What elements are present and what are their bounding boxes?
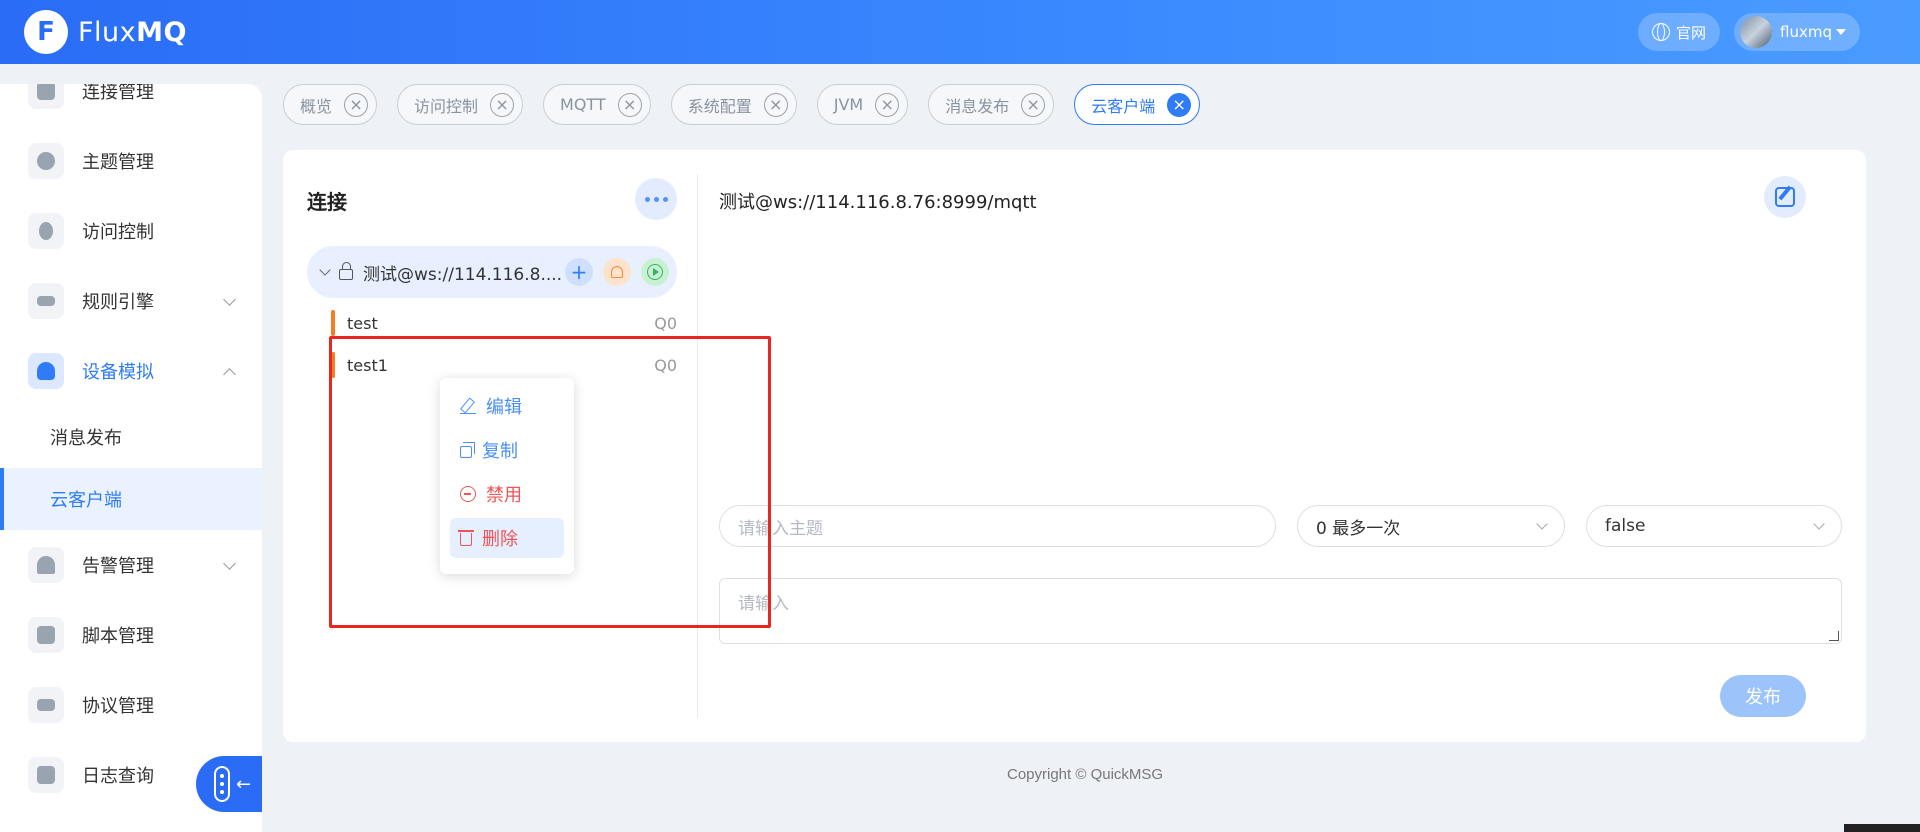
tab-mqtt[interactable]: MQTT × bbox=[543, 84, 651, 125]
copy-icon bbox=[460, 441, 475, 458]
context-delete[interactable]: 删除 bbox=[450, 518, 564, 558]
sidebar-item-alarms[interactable]: 告警管理 bbox=[0, 530, 262, 600]
footer-copyright: Copyright © QuickMSG bbox=[1007, 766, 1164, 783]
page-tabs: 概览 × 访问控制 × MQTT × 系统配置 × JVM × 消息发布 × 云客户端 × bbox=[283, 84, 1201, 125]
sidebar-subitem-message-publish[interactable]: 消息发布 bbox=[0, 406, 262, 468]
chevron-down-icon bbox=[223, 557, 236, 570]
topic-input[interactable]: 请输入主题 bbox=[719, 505, 1276, 547]
protocol-icon bbox=[28, 687, 64, 723]
subscription-row[interactable]: test1 Q0 bbox=[331, 350, 677, 380]
globe-icon bbox=[1652, 23, 1671, 41]
context-disable[interactable]: 禁用 bbox=[450, 474, 564, 514]
link-icon bbox=[28, 84, 64, 109]
pane-divider bbox=[697, 174, 698, 718]
payload-textarea[interactable]: 请输入 bbox=[719, 578, 1842, 644]
close-icon[interactable]: × bbox=[763, 92, 788, 117]
connect-play-icon[interactable] bbox=[641, 258, 669, 286]
subscription-color-bar bbox=[331, 310, 335, 336]
close-icon[interactable]: × bbox=[1167, 92, 1192, 117]
menu-dots-icon bbox=[214, 766, 230, 802]
top-header: F FluxMQ 官网 fluxmq bbox=[0, 0, 1920, 64]
chevron-down-icon[interactable] bbox=[319, 264, 331, 276]
disable-icon bbox=[460, 486, 476, 502]
sidebar-item-device-simulation[interactable]: 设备模拟 bbox=[0, 336, 262, 406]
caret-down-icon bbox=[1836, 29, 1846, 35]
tab-system-config[interactable]: 系统配置 × bbox=[670, 84, 797, 125]
logo-text: FluxMQ bbox=[78, 16, 187, 48]
tab-cloud-client[interactable]: 云客户端 × bbox=[1074, 84, 1201, 125]
chevron-down-icon bbox=[1536, 518, 1548, 530]
access-icon bbox=[28, 213, 64, 249]
trash-icon bbox=[458, 530, 474, 546]
connection-name: 测试@ws://114.116.8.... bbox=[363, 264, 563, 285]
sidebar-item-scripts[interactable]: 脚本管理 bbox=[0, 600, 262, 670]
edit-icon bbox=[460, 398, 476, 414]
retain-select[interactable]: false bbox=[1586, 505, 1842, 547]
connection-item[interactable]: 测试@ws://114.116.8.... + bbox=[307, 246, 677, 298]
resize-handle[interactable] bbox=[1829, 631, 1839, 641]
sidebar: 连接管理 主题管理 访问控制 规则引擎 设备模拟 消息发布 云客户端 告警管理 bbox=[0, 84, 262, 832]
subscription-row[interactable]: test Q0 bbox=[331, 308, 677, 338]
official-site-button[interactable]: 官网 bbox=[1638, 13, 1721, 51]
sidebar-item-protocols[interactable]: 协议管理 bbox=[0, 670, 262, 740]
username: fluxmq bbox=[1780, 23, 1832, 41]
script-icon bbox=[28, 617, 64, 653]
tab-message-publish[interactable]: 消息发布 × bbox=[928, 84, 1055, 125]
subscription-qos: Q0 bbox=[654, 355, 677, 375]
more-options-button[interactable] bbox=[635, 178, 677, 220]
user-menu-button[interactable]: fluxmq bbox=[1734, 13, 1860, 51]
sidebar-item-rule-engine[interactable]: 规则引擎 bbox=[0, 266, 262, 336]
logo-mark-icon: F bbox=[24, 10, 68, 54]
client-title: 测试@ws://114.116.8.76:8999/mqtt bbox=[719, 192, 1037, 213]
publish-button[interactable]: 发布 bbox=[1720, 675, 1806, 717]
add-subscription-button[interactable]: + bbox=[565, 258, 593, 286]
subscription-topic: test1 bbox=[347, 355, 388, 375]
tab-jvm[interactable]: JVM × bbox=[816, 84, 909, 125]
subscription-color-bar bbox=[331, 352, 335, 378]
topic-icon bbox=[28, 143, 64, 179]
tab-overview[interactable]: 概览 × bbox=[283, 84, 378, 125]
close-icon[interactable]: × bbox=[490, 92, 515, 117]
edit-connection-button[interactable] bbox=[1764, 176, 1806, 218]
chevron-down-icon bbox=[1813, 518, 1825, 530]
app-logo[interactable]: F FluxMQ bbox=[24, 10, 187, 54]
sidebar-item-connections[interactable]: 连接管理 bbox=[0, 84, 262, 126]
context-copy[interactable]: 复制 bbox=[450, 430, 564, 470]
close-icon[interactable]: × bbox=[617, 92, 642, 117]
qos-select[interactable]: 0 最多一次 bbox=[1297, 505, 1565, 547]
chevron-up-icon bbox=[223, 368, 236, 381]
cloud-device-icon bbox=[28, 353, 64, 389]
subscription-context-menu: 编辑 复制 禁用 删除 bbox=[440, 378, 574, 574]
subscription-qos: Q0 bbox=[654, 313, 677, 333]
lock-icon bbox=[339, 261, 353, 280]
edit-icon bbox=[1775, 187, 1795, 207]
rule-engine-icon bbox=[28, 283, 64, 319]
close-icon[interactable]: × bbox=[1021, 92, 1046, 117]
sidebar-subitem-cloud-client[interactable]: 云客户端 bbox=[0, 468, 262, 530]
log-search-icon bbox=[28, 757, 64, 793]
arrow-left-icon: ← bbox=[236, 773, 252, 795]
sidebar-item-access-control[interactable]: 访问控制 bbox=[0, 196, 262, 266]
avatar bbox=[1740, 16, 1773, 48]
close-icon[interactable]: × bbox=[344, 92, 369, 117]
context-edit[interactable]: 编辑 bbox=[450, 386, 564, 426]
bell-icon[interactable] bbox=[603, 258, 631, 286]
alarm-icon bbox=[28, 547, 64, 583]
connections-title: 连接 bbox=[307, 190, 347, 214]
collapse-sidebar-button[interactable]: ← bbox=[196, 756, 262, 812]
subscription-topic: test bbox=[347, 313, 378, 333]
corner-artifact bbox=[1844, 824, 1920, 832]
sidebar-item-topics[interactable]: 主题管理 bbox=[0, 126, 262, 196]
tab-access-control[interactable]: 访问控制 × bbox=[397, 84, 524, 125]
chevron-down-icon bbox=[223, 293, 236, 306]
close-icon[interactable]: × bbox=[875, 92, 900, 117]
